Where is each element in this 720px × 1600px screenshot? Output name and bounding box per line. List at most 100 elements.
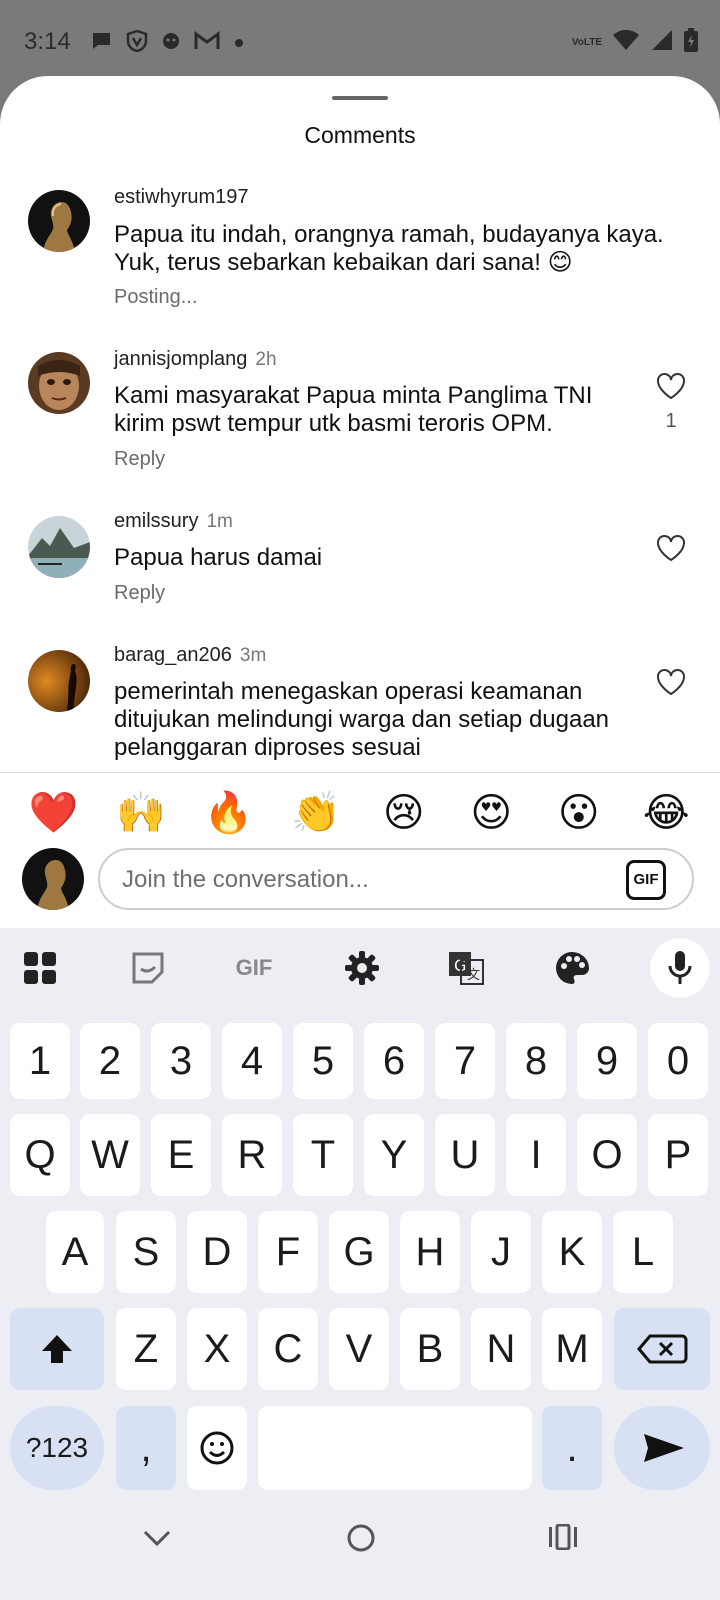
key-d[interactable]: D xyxy=(187,1211,247,1293)
shield-icon xyxy=(126,29,148,57)
my-avatar xyxy=(22,848,84,910)
comment-text: Papua itu indah, orangnya ramah, budayan… xyxy=(114,221,664,276)
comments-list[interactable]: estiwhyrum197 Papua itu indah, orangnya … xyxy=(0,176,720,848)
emoji-fire[interactable]: 🔥 xyxy=(199,788,259,838)
key-y[interactable]: Y xyxy=(364,1114,424,1196)
chevron-down-icon[interactable] xyxy=(142,1528,172,1553)
key-t[interactable]: T xyxy=(293,1114,353,1196)
key-f[interactable]: F xyxy=(258,1211,318,1293)
emoji-clap[interactable]: 👏 xyxy=(286,788,346,838)
key-9[interactable]: 9 xyxy=(577,1023,637,1099)
key-w[interactable]: W xyxy=(80,1114,140,1196)
key-i[interactable]: I xyxy=(506,1114,566,1196)
key-m[interactable]: M xyxy=(542,1308,602,1390)
palette-icon[interactable] xyxy=(544,940,600,996)
key-h[interactable]: H xyxy=(400,1211,460,1293)
emoji-raised-hands[interactable]: 🙌 xyxy=(111,788,171,838)
recents-icon[interactable] xyxy=(548,1523,578,1555)
home-circle-icon[interactable] xyxy=(346,1523,376,1558)
period-key[interactable]: . xyxy=(542,1406,602,1490)
key-g[interactable]: G xyxy=(329,1211,389,1293)
comment-username[interactable]: estiwhyrum197 xyxy=(114,186,249,209)
key-a[interactable]: A xyxy=(46,1211,104,1293)
key-2[interactable]: 2 xyxy=(80,1023,140,1099)
comment-input-box[interactable]: GIF xyxy=(98,848,694,910)
key-p[interactable]: P xyxy=(648,1114,708,1196)
comment-username[interactable]: emilssury 1m xyxy=(114,510,233,533)
avatar[interactable] xyxy=(28,190,90,252)
key-1[interactable]: 1 xyxy=(10,1023,70,1099)
smiley-icon xyxy=(200,1431,234,1465)
comma-key[interactable]: , xyxy=(116,1406,176,1490)
key-k[interactable]: K xyxy=(542,1211,602,1293)
like-count: 1 xyxy=(665,410,677,432)
comment-username[interactable]: jannisjomplang 2h xyxy=(114,348,277,371)
send-key[interactable] xyxy=(614,1406,710,1490)
key-j[interactable]: J xyxy=(471,1211,531,1293)
avatar[interactable] xyxy=(28,516,90,578)
comment-time: 1m xyxy=(206,511,233,532)
key-q[interactable]: Q xyxy=(10,1114,70,1196)
backspace-key[interactable] xyxy=(614,1308,710,1390)
emoji-heart[interactable]: ❤️ xyxy=(24,788,84,838)
sticker-icon[interactable] xyxy=(120,940,176,996)
comment-time: 3m xyxy=(239,645,267,666)
comment-username-text[interactable]: barag_an206 xyxy=(114,644,232,666)
heart-icon[interactable] xyxy=(656,668,686,698)
heart-icon[interactable] xyxy=(656,534,686,564)
translate-icon[interactable]: G文 xyxy=(438,940,494,996)
key-u[interactable]: U xyxy=(435,1114,495,1196)
divider xyxy=(0,772,720,773)
reply-button[interactable]: Reply xyxy=(114,448,165,471)
comments-sheet: Comments estiwhyrum197 Papua itu indah, … xyxy=(0,76,720,928)
key-e[interactable]: E xyxy=(151,1114,211,1196)
key-3[interactable]: 3 xyxy=(151,1023,211,1099)
key-n[interactable]: N xyxy=(471,1308,531,1390)
reply-button[interactable]: Reply xyxy=(114,582,165,605)
key-0[interactable]: 0 xyxy=(648,1023,708,1099)
emoji-surprised[interactable]: 😮 xyxy=(549,788,609,838)
navigation-bar xyxy=(0,1508,720,1600)
avatar[interactable] xyxy=(28,352,90,414)
gif-tool[interactable]: GIF xyxy=(226,940,282,996)
gif-button[interactable]: GIF xyxy=(626,860,666,900)
microphone-icon[interactable] xyxy=(650,938,710,998)
settings-gear-icon[interactable] xyxy=(334,940,390,996)
key-5[interactable]: 5 xyxy=(293,1023,353,1099)
comment-input[interactable] xyxy=(122,862,602,898)
drag-handle[interactable] xyxy=(332,96,388,100)
comment-username[interactable]: barag_an206 3m xyxy=(114,644,266,667)
key-r[interactable]: R xyxy=(222,1114,282,1196)
keyboard-toolbar: GIF G文 xyxy=(0,928,720,1008)
key-v[interactable]: V xyxy=(329,1308,389,1390)
key-l[interactable]: L xyxy=(613,1211,673,1293)
apps-grid-icon[interactable] xyxy=(12,940,68,996)
key-8[interactable]: 8 xyxy=(506,1023,566,1099)
key-6[interactable]: 6 xyxy=(364,1023,424,1099)
key-7[interactable]: 7 xyxy=(435,1023,495,1099)
key-b[interactable]: B xyxy=(400,1308,460,1390)
key-z[interactable]: Z xyxy=(116,1308,176,1390)
key-c[interactable]: C xyxy=(258,1308,318,1390)
comment-text: pemerintah menegaskan operasi keamanan d… xyxy=(114,678,610,761)
sheet-title: Comments xyxy=(304,122,416,148)
key-4[interactable]: 4 xyxy=(222,1023,282,1099)
heart-icon[interactable] xyxy=(656,372,686,402)
comment-username-text[interactable]: jannisjomplang xyxy=(114,348,247,370)
emoji-crying[interactable]: 😢 xyxy=(374,788,434,838)
comment-username-text[interactable]: emilssury xyxy=(114,510,198,532)
key-x[interactable]: X xyxy=(187,1308,247,1390)
volte-label: VoLTE xyxy=(571,36,602,48)
emoji-key[interactable] xyxy=(187,1406,247,1490)
avatar[interactable] xyxy=(28,650,90,712)
emoji-heart-eyes[interactable]: 😍 xyxy=(461,788,521,838)
key-o[interactable]: O xyxy=(577,1114,637,1196)
shift-key[interactable] xyxy=(10,1308,104,1390)
key-s[interactable]: S xyxy=(116,1211,176,1293)
keyboard: GIF G文 1 2 3 4 5 6 7 8 9 0 Q W E R T Y U… xyxy=(0,928,720,1508)
shift-arrow-icon xyxy=(42,1335,72,1363)
chat-icon xyxy=(90,31,112,56)
symbols-key[interactable]: ?123 xyxy=(10,1406,104,1490)
emoji-laughing[interactable]: 😂 xyxy=(636,788,696,838)
space-bar[interactable] xyxy=(258,1406,532,1490)
